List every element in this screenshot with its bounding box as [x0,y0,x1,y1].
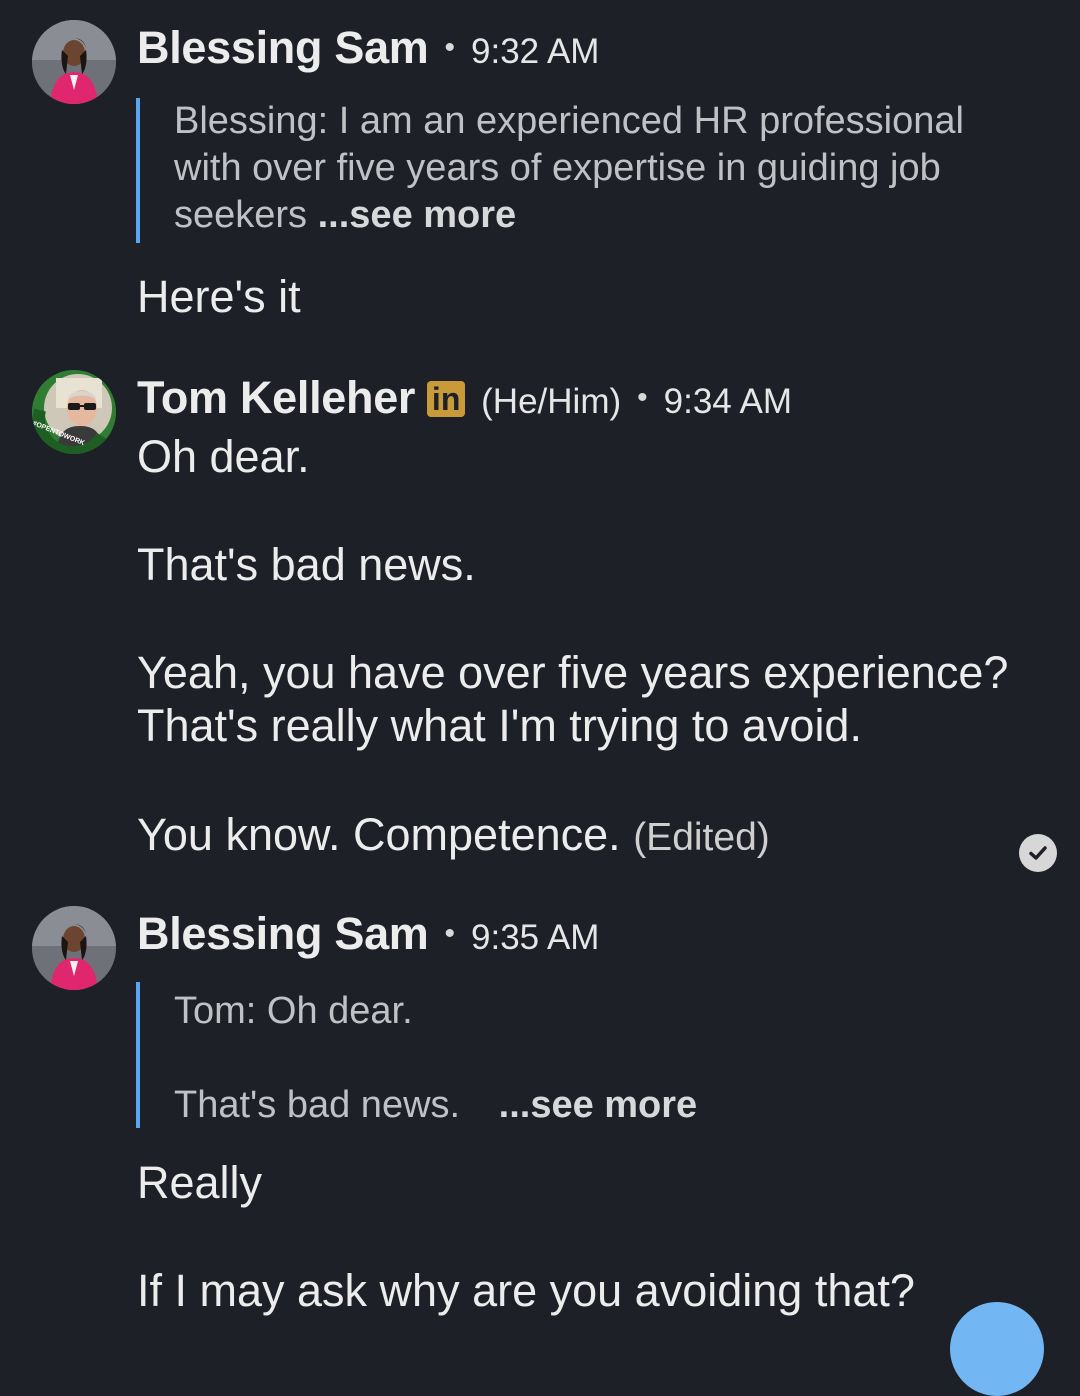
linkedin-icon: in [427,381,466,417]
see-more-link[interactable]: ...see more [318,194,517,236]
edited-label: (Edited) [633,816,770,859]
pronouns: (He/Him) [481,382,622,421]
message-header-2: Tom Kelleher in (He/Him) • 9:34 AM [137,372,792,424]
quote-text: Blessing: I am an experienced HR profess… [174,100,964,236]
quote-line-row: That's bad news. ...see more [174,1082,697,1129]
message-header-1: Blessing Sam • 9:32 AM [137,22,599,74]
quote-line: Tom: Oh dear. [174,990,413,1032]
timestamp: 9:35 AM [471,918,600,957]
message-line-edited: You know. Competence. (Edited) [137,808,770,865]
message-body: Here's it [137,271,301,322]
see-more-link[interactable]: ...see more [499,1084,698,1126]
timestamp: 9:32 AM [471,32,600,71]
message-line: Oh dear. [137,431,310,482]
message-line: That's bad news. [137,539,476,590]
avatar-blessing-sam[interactable] [32,20,116,104]
avatar-blessing-sam[interactable] [32,906,116,990]
compose-button[interactable] [950,1302,1044,1396]
sender-name[interactable]: Blessing Sam [137,22,429,74]
separator-dot: • [444,31,456,64]
separator-dot: • [637,381,648,414]
quoted-message[interactable]: Blessing: I am an experienced HR profess… [136,98,994,243]
quote-line: That's bad news. [174,1084,461,1126]
separator-dot: • [444,917,456,950]
message-header-3: Blessing Sam • 9:35 AM [137,908,599,960]
quoted-message[interactable]: Tom: Oh dear. That's bad news. ...see mo… [136,982,874,1128]
profile-photo-woman-icon [32,20,116,104]
message-line: That's really what I'm trying to avoid. [137,700,862,751]
timestamp: 9:34 AM [663,382,793,421]
profile-photo-woman-icon [32,906,116,990]
message-line: Really [137,1157,263,1208]
sender-name[interactable]: Tom Kelleher [137,372,415,424]
message-line: Yeah, you have over five years experienc… [137,647,1009,698]
check-icon [1029,846,1047,860]
read-receipt-check-icon [1019,834,1057,872]
avatar-tom-kelleher[interactable]: #OPENTOWORK [32,370,116,454]
message-text: You know. Competence. [137,809,621,860]
message-line: If I may ask why are you avoiding that? [137,1265,915,1316]
sender-name[interactable]: Blessing Sam [137,908,429,960]
